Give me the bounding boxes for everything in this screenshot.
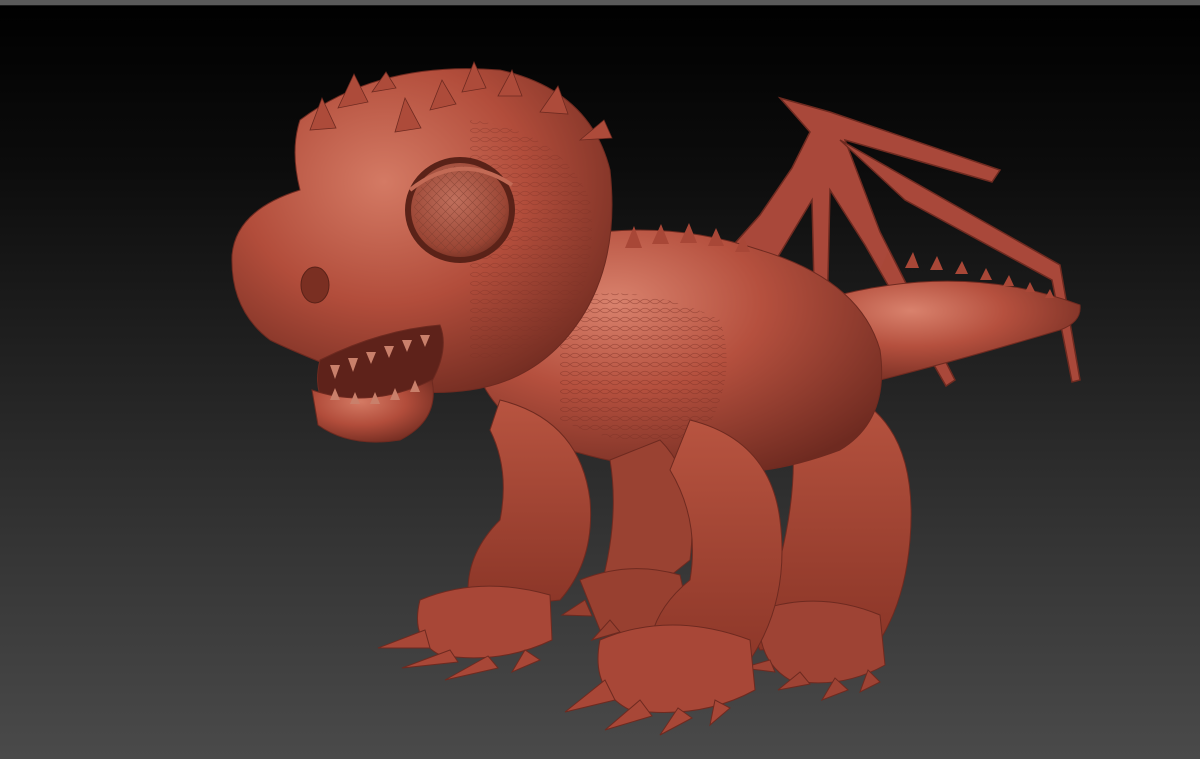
nostril [300,266,330,304]
front-foot-near [564,624,756,736]
dragon-sculpt[interactable] [0,0,1200,759]
front-left-foot [377,585,553,681]
3d-viewport[interactable] [0,0,1200,759]
